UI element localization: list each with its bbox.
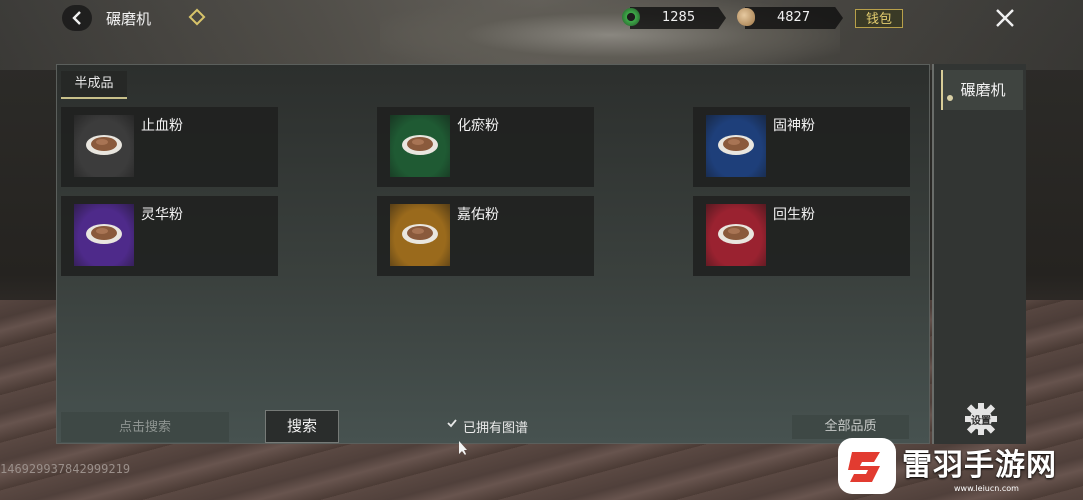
recipe-thumbnail bbox=[706, 204, 766, 266]
search-input[interactable] bbox=[61, 412, 229, 442]
side-panel: 碾磨机 设置 bbox=[932, 64, 1026, 444]
recipe-card[interactable]: 固神粉 bbox=[693, 107, 910, 187]
powder-bowl-icon bbox=[718, 135, 754, 155]
watermark-brand: 雷羽手游网 bbox=[902, 448, 1057, 483]
tab-semi-products[interactable]: 半成品 bbox=[61, 71, 127, 99]
powder-bowl-icon bbox=[402, 135, 438, 155]
owned-recipes-toggle-label[interactable]: 已拥有图谱 bbox=[463, 417, 528, 436]
tab-grinder[interactable]: 碾磨机 bbox=[941, 70, 1023, 110]
recipe-name: 嘉佑粉 bbox=[457, 207, 499, 223]
wallet-button[interactable]: 钱包 bbox=[855, 9, 903, 28]
watermark-url: www.leiucn.com bbox=[954, 484, 1019, 493]
recipe-thumbnail bbox=[390, 204, 450, 266]
settings-label: 设置 bbox=[971, 416, 991, 427]
recipe-card[interactable]: 灵华粉 bbox=[61, 196, 278, 276]
recipe-panel: 半成品 止血粉化瘀粉固神粉灵华粉嘉佑粉回生粉 搜索 已拥有图谱 全部品质 bbox=[56, 64, 930, 444]
back-button[interactable] bbox=[62, 5, 92, 31]
watermark: 雷羽手游网 www.leiucn.com bbox=[836, 434, 1083, 500]
recipe-thumbnail bbox=[390, 115, 450, 177]
jade-amount: 1285 bbox=[662, 10, 696, 25]
recipe-name: 回生粉 bbox=[773, 207, 815, 223]
search-button[interactable]: 搜索 bbox=[265, 410, 339, 443]
recipe-name: 固神粉 bbox=[773, 118, 815, 134]
recipe-card[interactable]: 化瘀粉 bbox=[377, 107, 594, 187]
page-title: 碾磨机 bbox=[106, 10, 152, 28]
tab-grinder-label: 碾磨机 bbox=[960, 81, 1006, 99]
close-icon bbox=[996, 9, 1014, 27]
recipe-thumbnail bbox=[74, 204, 134, 266]
coin-amount: 4827 bbox=[777, 10, 811, 25]
recipe-thumbnail bbox=[706, 115, 766, 177]
recipe-thumbnail bbox=[74, 115, 134, 177]
cursor-icon bbox=[459, 441, 467, 455]
user-id-text: 1469299378429992​19 bbox=[0, 462, 131, 476]
settings-button[interactable]: 设置 bbox=[964, 402, 998, 436]
back-arrow-icon bbox=[72, 11, 81, 25]
copper-coin-icon bbox=[737, 8, 755, 26]
powder-bowl-icon bbox=[86, 224, 122, 244]
jade-currency: 1285 bbox=[630, 7, 726, 29]
powder-bowl-icon bbox=[718, 224, 754, 244]
recipe-name: 止血粉 bbox=[141, 118, 183, 134]
recipe-name: 灵华粉 bbox=[141, 207, 183, 223]
recipe-card[interactable]: 止血粉 bbox=[61, 107, 278, 187]
top-bar: 碾磨机 1285 4827 钱包 bbox=[0, 0, 1083, 36]
powder-bowl-icon bbox=[402, 224, 438, 244]
recipe-name: 化瘀粉 bbox=[457, 118, 499, 134]
watermark-logo-icon bbox=[838, 438, 896, 494]
coin-currency: 4827 bbox=[745, 7, 843, 29]
recipe-card[interactable]: 回生粉 bbox=[693, 196, 910, 276]
recipe-card[interactable]: 嘉佑粉 bbox=[377, 196, 594, 276]
selected-dot-icon bbox=[947, 95, 953, 101]
checkmark-icon[interactable] bbox=[447, 418, 457, 428]
powder-bowl-icon bbox=[86, 135, 122, 155]
jade-coin-icon bbox=[622, 8, 640, 26]
close-button[interactable] bbox=[990, 4, 1020, 32]
diamond-icon[interactable] bbox=[188, 8, 206, 26]
